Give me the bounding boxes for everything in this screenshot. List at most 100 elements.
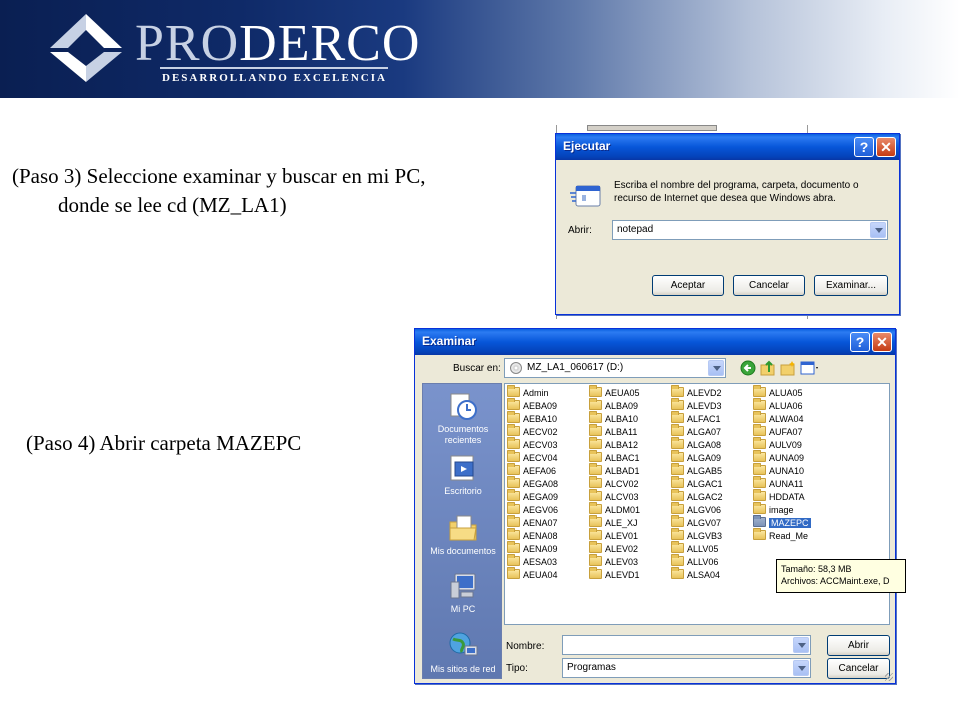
place-label: Mis documentos [430,546,496,556]
folder-icon [753,424,766,436]
file-type-value: Programas [567,662,616,673]
folder-name: ALSA04 [687,570,721,580]
folder-icon [671,515,684,527]
folder-item[interactable]: MAZEPC [753,515,811,530]
folder-icon [671,489,684,501]
tooltip-size: Tamaño: 58,3 MB [781,564,852,574]
brand-name: PRODERCO [135,18,420,70]
folder-item[interactable]: ALSA04 [671,567,721,582]
folder-icon [507,398,520,410]
folder-icon [589,476,602,488]
folder-icon [753,437,766,449]
place-recent[interactable]: Documentos recientes [423,390,503,446]
file-name-combobox[interactable] [562,635,811,655]
chevron-down-icon[interactable] [793,637,809,653]
folder-icon [507,385,520,397]
run-description: Escriba el nombre del programa, carpeta,… [614,180,859,204]
back-icon[interactable] [740,360,756,376]
folder-name: ALBAD1 [605,466,640,476]
look-in-combobox[interactable]: MZ_LA1_060617 (D:) [504,358,726,378]
folder-icon [589,463,602,475]
folder-name: ALCV02 [605,479,639,489]
file-type-label: Tipo: [506,663,528,674]
up-folder-icon[interactable] [760,360,776,376]
folder-icon [671,528,684,540]
folder-icon [671,411,684,423]
run-titlebar[interactable]: Ejecutar ? ✕ [556,134,899,160]
folder-name: AUNA10 [769,466,805,476]
folder-icon [589,437,602,449]
ok-button[interactable]: Aceptar [652,275,724,296]
chevron-down-icon[interactable] [708,360,724,376]
help-button[interactable]: ? [854,137,874,157]
folder-icon [753,515,766,527]
folder-icon [753,398,766,410]
folder-name: ALCV03 [605,492,639,502]
folder-name: ALGAC1 [687,479,723,489]
folder-name: ALUA06 [769,401,803,411]
resize-grip[interactable] [885,673,893,681]
place-network[interactable]: Mis sitios de red [423,630,503,675]
open-value: notepad [617,224,654,235]
folder-icon [589,450,602,462]
folder-name: AENA07 [523,518,558,528]
views-menu-icon[interactable] [800,360,820,376]
browse-dialog: Examinar ? ✕ Buscar en: MZ_LA1_060617 (D… [414,328,906,684]
file-name-label: Nombre: [506,641,545,652]
folder-name: ALLV06 [687,557,719,567]
folder-icon [589,489,602,501]
tooltip-files: Archivos: ACCMaint.exe, D [781,576,890,586]
brand-divider [160,67,388,69]
chevron-down-icon[interactable] [793,660,809,676]
folder-icon [753,489,766,501]
folder-item[interactable]: ALEVD1 [589,567,640,582]
folder-name: HDDATA [769,492,805,502]
new-folder-icon[interactable] [780,360,796,376]
folder-name: ALBA10 [605,414,639,424]
folder-icon [671,437,684,449]
folder-icon [507,567,520,579]
folder-icon [507,411,520,423]
folder-icon [507,554,520,566]
folder-name: ALEV03 [605,557,639,567]
browse-titlebar[interactable]: Examinar ? ✕ [415,329,895,355]
folder-name: ALGA08 [687,440,722,450]
browse-button[interactable]: Examinar... [814,275,888,296]
cancel-button[interactable]: Cancelar [733,275,805,296]
folder-name: ALEVD1 [605,570,640,580]
close-button[interactable]: ✕ [872,332,892,352]
folder-name: ALBAC1 [605,453,640,463]
folder-name: AEFA06 [523,466,557,476]
open-button[interactable]: Abrir [827,635,890,656]
folder-icon [753,411,766,423]
folder-icon [507,437,520,449]
brand-name-light: PRO [135,15,240,72]
close-button[interactable]: ✕ [876,137,896,157]
my-computer-icon [450,573,476,599]
open-combobox[interactable]: notepad [612,220,888,240]
place-my-documents[interactable]: Mis documentos [423,512,503,557]
place-my-computer[interactable]: Mi PC [423,570,503,615]
my-documents-icon [449,515,477,541]
folder-name: AEGA09 [523,492,559,502]
folder-icon [671,476,684,488]
folder-item[interactable]: Read_Me [753,528,808,543]
folder-name: ALGV06 [687,505,722,515]
folder-icon [753,463,766,475]
folder-name: ALGA07 [687,427,722,437]
folder-name: AUNA09 [769,453,805,463]
cancel-button[interactable]: Cancelar [827,658,890,679]
folder-icon [507,463,520,475]
chevron-down-icon[interactable] [870,222,886,238]
folder-name: AECV04 [523,453,558,463]
folder-icon [671,463,684,475]
place-desktop[interactable]: Escritorio [423,452,503,497]
folder-name: ALEV01 [605,531,639,541]
places-bar: Documentos recientes Escritorio Mis docu… [422,383,502,679]
file-type-combobox[interactable]: Programas [562,658,811,678]
folder-item[interactable]: AEUA04 [507,567,558,582]
folder-name: ALEVD3 [687,401,722,411]
folder-name: AUNA11 [769,479,804,489]
help-button[interactable]: ? [850,332,870,352]
folder-icon [589,502,602,514]
